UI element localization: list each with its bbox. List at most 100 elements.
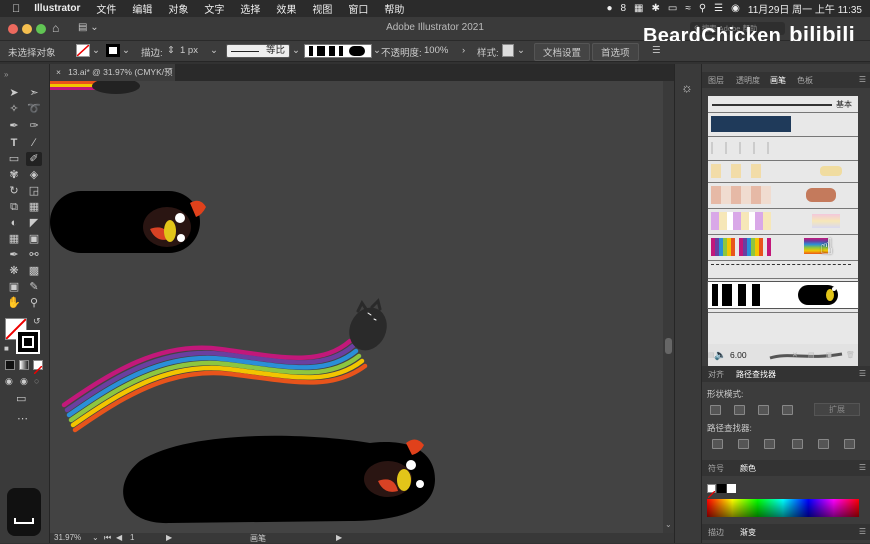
fill-dropdown-icon[interactable]: ⌄ [92,45,100,56]
divide-button[interactable] [712,439,723,449]
sun-properties-icon[interactable]: ☼ [681,80,693,95]
trim-button[interactable] [738,439,749,449]
pen-tool-icon[interactable]: ✒ [6,119,22,133]
black-creature-2[interactable] [123,435,435,524]
tab-color[interactable]: 颜色 [740,463,756,474]
rotate-tool-icon[interactable]: ↻ [6,184,22,198]
creature-brush-preview-2[interactable] [806,188,836,202]
menu-select[interactable]: 选择 [232,1,268,16]
new-brush-icon[interactable]: ▣ [826,351,833,359]
artboard-tool-icon[interactable]: ▣ [6,280,22,294]
curvature-tool-icon[interactable]: ✑ [26,119,42,133]
menu-type[interactable]: 文字 [196,1,232,16]
slice-tool-icon[interactable]: ✎ [26,280,42,294]
preferences-button[interactable]: 首选项 [592,43,639,61]
opacity-expand-icon[interactable]: › [462,45,465,56]
menu-file[interactable]: 文件 [88,1,124,16]
app-menu[interactable]: Illustrator [26,3,88,14]
stroke-weight-dropdown-icon[interactable]: ⌄ [210,45,218,56]
spotlight-icon[interactable]: ⚲ [699,3,706,14]
intersect-button[interactable] [758,405,769,415]
stroke-stepper-icon[interactable]: ⇕ [167,45,175,56]
zoom-level[interactable]: 31.97% [54,533,81,542]
selected-creature-brush[interactable] [707,281,859,309]
stroke-color-box[interactable] [16,330,40,354]
fill-swatch[interactable] [76,44,90,57]
width-tool-icon[interactable]: ⧉ [6,200,22,214]
none-color-swatch[interactable] [707,484,716,499]
pastel-rainbow-preview[interactable] [812,214,840,228]
stroke-dropdown-icon[interactable]: ⌄ [122,45,130,56]
pathfinder-menu-icon[interactable]: ☰ [859,369,866,378]
pink-brush-swatch[interactable] [711,186,771,204]
default-fill-stroke-icon[interactable]: ■ [4,344,9,353]
next-artboard-icon[interactable]: ▶ [166,533,172,542]
gradient-mode-button[interactable] [19,360,29,370]
tab-swatches[interactable]: 色板 [797,75,813,86]
prev-artboard-icon[interactable]: ◀ [116,533,122,542]
lasso-tool-icon[interactable]: ➰ [26,102,42,116]
hand-tool-icon[interactable]: ✋ [6,296,22,310]
panel-menu-icon[interactable]: ☰ [859,75,866,84]
menu-object[interactable]: 对象 [160,1,196,16]
profile-dropdown-icon[interactable]: ⌄ [292,45,300,56]
column-graph-tool-icon[interactable]: ▩ [26,264,42,278]
tab-stroke[interactable]: 描边 [708,527,724,538]
stroke-swatch[interactable] [106,44,120,57]
screen-mode-icon[interactable]: ▭ [16,392,26,405]
black-creature-1[interactable] [50,191,206,253]
scroll-down-arrow-icon[interactable]: ⌄ [665,520,672,529]
pastel-rainbow-brush-swatch[interactable] [711,212,771,230]
none-mode-button[interactable] [33,360,43,375]
notification-badge[interactable]: 8 [620,3,626,14]
rainbow-brush-swatch[interactable] [711,238,771,256]
record-icon[interactable]: ● [606,3,612,14]
line-tool-icon[interactable]: ∕ [26,136,42,150]
selection-tool-icon[interactable]: ➤ [6,86,22,100]
brush-dropdown-icon[interactable]: ⌄ [373,45,381,56]
scroll-thumb[interactable] [665,338,672,354]
dotted-brush-swatch[interactable] [711,142,771,154]
opacity-label[interactable]: 不透明度: [381,45,422,59]
rectangle-tool-icon[interactable]: ▭ [6,152,22,166]
mesh-tool-icon[interactable]: ▦ [6,232,22,246]
type-tool-icon[interactable]: T [6,136,22,150]
tab-gradient[interactable]: 渐变 [740,527,756,538]
magic-wand-tool-icon[interactable]: ✧ [6,102,22,116]
minus-back-button[interactable] [844,439,855,449]
rainbow-cat-stroke[interactable] [61,298,394,433]
creature-brush-preview-1[interactable] [820,166,842,176]
brush-libraries-icon[interactable]: ▤ [708,352,715,359]
dashed-brush-swatch[interactable] [711,264,851,274]
draw-inside-icon[interactable]: ○ [34,376,39,386]
document-setup-button[interactable]: 文档设置 [534,43,591,61]
color-spectrum[interactable] [707,499,859,517]
opacity-input[interactable]: 100% [424,45,448,56]
options-icon[interactable]: ▤ [808,351,815,359]
artboard-number[interactable]: 1 [130,533,134,542]
tab-align[interactable]: 对齐 [708,369,724,380]
tab-pathfinder[interactable]: 路径查找器 [736,369,776,380]
minus-front-button[interactable] [734,405,745,415]
free-transform-tool-icon[interactable]: ▦ [26,200,42,214]
crop-button[interactable] [792,439,803,449]
first-artboard-icon[interactable]: ⏮ [104,533,111,543]
siri-icon[interactable]: ◉ [731,3,740,14]
menu-view[interactable]: 视图 [304,1,340,16]
merge-button[interactable] [764,439,775,449]
wifi-icon[interactable]: ≈ [685,3,691,14]
direct-selection-tool-icon[interactable]: ➣ [26,86,42,100]
apple-icon[interactable]:  [0,3,26,15]
menubar-clock[interactable]: 11月29日 周一 上午 11:35 [748,1,862,16]
battery-icon[interactable]: ▭ [668,3,677,14]
artboard-canvas[interactable] [50,81,663,533]
variable-width-profile[interactable]: 等比 [226,44,290,58]
unite-button[interactable] [710,405,721,415]
basic-brush-stroke[interactable] [712,104,832,106]
shape-builder-tool-icon[interactable]: ◐ [6,216,22,230]
arrange-documents-icon[interactable]: ☰ [652,45,661,56]
focus-icon[interactable]: ▦ [634,3,643,14]
menu-window[interactable]: 窗口 [340,1,376,16]
tab-transparency[interactable]: 透明度 [736,75,760,86]
delete-brush-icon[interactable]: 🗑 [846,351,855,359]
